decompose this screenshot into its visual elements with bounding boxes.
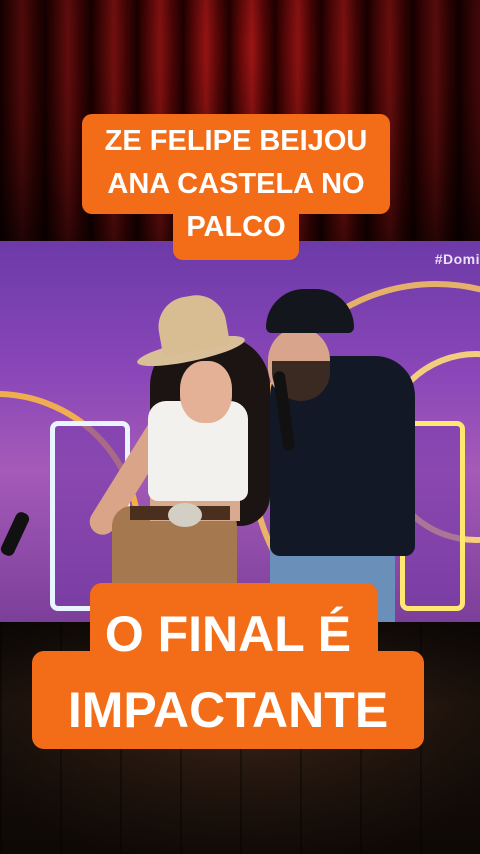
channel-tag: #Domi xyxy=(434,251,480,267)
bottom-caption-text: O FINAL É IMPACTANTE xyxy=(67,606,389,738)
top-caption-text: ZE FELIPE BEIJOU ANA CASTELA NO PALCO xyxy=(104,125,368,243)
video-frame[interactable]: #Domi xyxy=(0,241,480,622)
cowboy-hat xyxy=(153,290,231,357)
singer-cap xyxy=(266,289,354,333)
belt-buckle xyxy=(168,503,202,527)
performer-face xyxy=(180,361,232,423)
